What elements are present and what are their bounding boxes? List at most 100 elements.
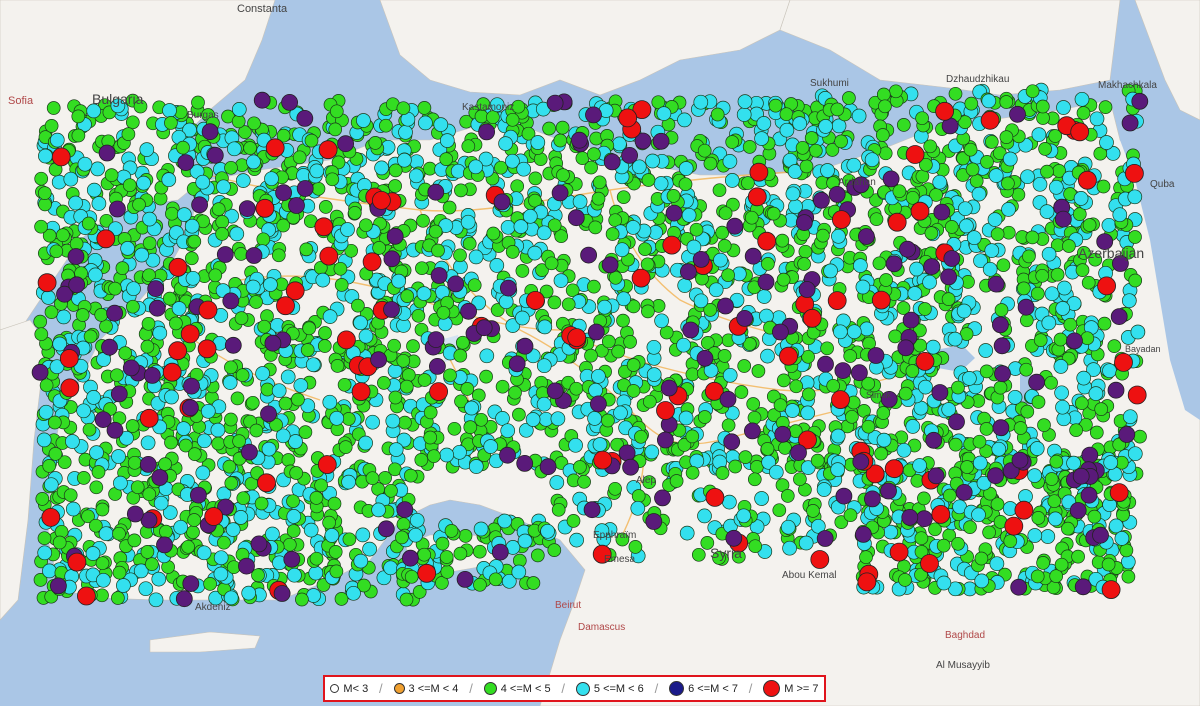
earthquake-marker [460,302,478,320]
earthquake-marker [176,140,190,155]
earthquake-marker [1076,370,1092,386]
earthquake-marker [678,177,693,192]
earthquake-marker [236,491,251,506]
earthquake-marker [71,128,86,143]
earthquake-marker [876,432,892,448]
earthquake-marker [201,123,219,141]
earthquake-marker [499,279,517,297]
earthquake-marker [483,439,499,454]
earthquake-marker [479,348,495,364]
earthquake-marker [309,551,324,566]
earthquake-marker [1013,421,1028,435]
earthquake-marker [371,502,386,518]
earthquake-marker [516,161,532,177]
earthquake-marker [1103,455,1119,470]
earthquake-marker [907,286,923,301]
earthquake-marker [497,513,513,529]
earthquake-marker [245,395,260,410]
earthquake-marker [439,133,455,148]
earthquake-marker [340,222,355,237]
earthquake-marker [1031,511,1046,525]
earthquake-marker [592,437,608,452]
earthquake-marker [495,379,510,394]
earthquake-marker [779,122,795,138]
earthquake-marker [224,476,239,491]
label-bulgaria: Bulgaria [92,91,144,107]
earthquake-marker [697,410,712,424]
earthquake-marker [646,367,662,382]
earthquake-marker [575,151,590,166]
label-sofia: Sofia [8,95,34,107]
earthquake-marker [587,147,601,161]
earthquake-marker [162,103,177,118]
earthquake-marker [922,274,937,290]
earthquake-marker [779,346,798,366]
earthquake-marker [696,349,714,367]
earthquake-marker [748,539,763,554]
earthquake-marker [774,425,792,443]
earthquake-marker [101,338,118,356]
earthquake-marker [820,341,834,356]
earthquake-marker [41,508,61,527]
earthquake-marker [249,295,263,309]
earthquake-marker [181,399,199,417]
label-baghdad: Baghdad [945,630,985,641]
earthquake-marker [127,533,142,548]
earthquake-marker [59,349,79,368]
earthquake-marker [1133,429,1147,444]
earthquake-marker [140,339,155,354]
label-beirut: Beirut [555,600,581,611]
earthquake-marker [463,420,478,434]
earthquake-marker [779,107,794,122]
earthquake-marker [959,218,974,234]
earthquake-marker [692,250,710,268]
earthquake-map[interactable]: Constanta Sofia Bulgaria Burgas Kastamon… [0,0,1200,706]
earthquake-marker [81,216,96,231]
earthquake-marker [527,245,543,261]
earthquake-marker [1003,534,1018,548]
earthquake-marker [377,520,395,538]
earthquake-marker [969,174,984,188]
earthquake-marker [71,109,86,124]
earthquake-marker [395,530,409,545]
earthquake-marker [792,116,808,131]
earthquake-marker [593,450,613,470]
earthquake-marker [304,133,319,148]
earthquake-marker [1038,142,1052,156]
earthquake-marker [396,501,414,519]
earthquake-marker [181,539,195,554]
earthquake-marker [742,140,757,154]
earthquake-marker [642,394,657,409]
earthquake-marker [827,291,847,311]
label-ephraim: Epphraïm [593,530,636,541]
earthquake-marker [1017,298,1035,316]
earthquake-marker [918,302,932,316]
earthquake-marker [705,487,725,507]
earthquake-marker [537,319,553,335]
earthquake-marker [33,314,48,329]
earthquake-marker [611,344,626,359]
earthquake-marker [495,411,510,426]
earthquake-marker [1128,230,1142,244]
earthquake-marker [281,453,296,467]
earthquake-marker [302,321,317,336]
earthquake-marker [990,497,1005,512]
earthquake-marker [1101,217,1117,233]
earthquake-marker [273,585,291,602]
earthquake-marker [1025,230,1040,245]
earthquake-marker [341,412,356,426]
earthquake-marker [286,509,302,524]
earthquake-marker [802,308,822,328]
earthquake-marker [368,136,383,150]
earthquake-marker [914,531,929,546]
earthquake-marker [208,268,223,283]
earthquake-marker [96,229,116,249]
earthquake-marker [640,257,655,272]
earthquake-marker [511,564,527,580]
earthquake-marker [454,183,468,198]
earthquake-marker [831,390,850,410]
earthquake-marker [232,434,246,448]
earthquake-marker [200,403,216,419]
earthquake-marker [264,171,279,187]
earthquake-marker [143,366,161,384]
